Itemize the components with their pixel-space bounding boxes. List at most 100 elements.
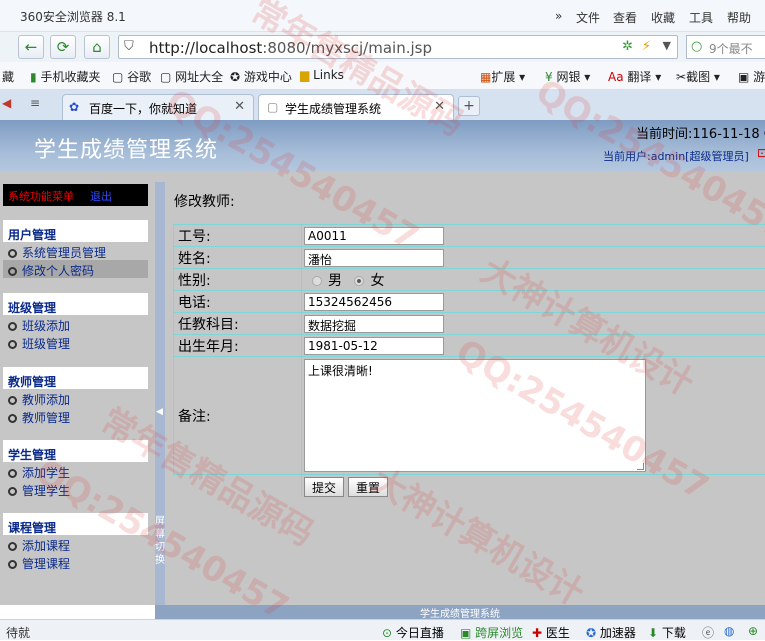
zoom-icon[interactable]: ⊕	[748, 624, 758, 638]
submit-button[interactable]: 提交	[304, 477, 344, 497]
group-title: 班级管理	[3, 293, 148, 315]
splitter-label: 屏幕切换	[155, 515, 165, 567]
tab-grade-system[interactable]: ▢ 学生成绩管理系统 ✕	[258, 94, 454, 120]
tab-label: 百度一下，你就知道	[89, 102, 197, 116]
id-field[interactable]: A0011	[304, 227, 444, 245]
tab-scroll-icon[interactable]: ◀	[2, 96, 11, 110]
subject-field[interactable]: 数据挖掘	[304, 315, 444, 333]
search-placeholder: 9个最不	[709, 40, 753, 57]
medical-icon: ✚	[532, 626, 542, 640]
group-user: 用户管理 系统管理员管理 修改个人密码	[3, 220, 148, 278]
bookmark-games[interactable]: ✪ 游戏中心	[230, 68, 292, 85]
page-icon: ▢	[112, 70, 123, 84]
current-time: 当前时间:116-11-18 C	[636, 123, 765, 142]
name-field[interactable]: 潘怡	[304, 249, 444, 267]
tab-bar: ◀ ≡ ✿ 百度一下，你就知道 ✕ ▢ 学生成绩管理系统 ✕ +	[0, 90, 765, 120]
back-icon[interactable]: ←	[18, 35, 44, 59]
status-crossscreen[interactable]: ▣ 跨屏浏览	[460, 624, 523, 641]
menu-item-course-manage[interactable]: 管理课程	[3, 553, 148, 571]
toolbar-games[interactable]: ▣ 游	[738, 68, 765, 85]
status-bar: 待就 ⊙ 今日直播 ▣ 跨屏浏览 ✚ 医生 ✪ 加速器 ⬇ 下载 ⓔ ◍ ⊕	[0, 619, 765, 640]
exit-icon[interactable]: ⊡	[757, 146, 765, 160]
label-birth: 出生年月:	[174, 335, 302, 357]
bullet-icon	[8, 322, 17, 331]
bookmark-favorites[interactable]: 藏	[2, 68, 14, 85]
label-id: 工号:	[174, 225, 302, 247]
toolbar-extensions[interactable]: ▦扩展 ▾	[480, 68, 525, 85]
scissors-icon: ✂	[676, 70, 686, 84]
ie-icon[interactable]: ⓔ	[702, 624, 714, 641]
menu-item-teacher-add[interactable]: 教师添加	[3, 389, 148, 407]
close-icon[interactable]: ✕	[234, 99, 245, 114]
bullet-icon	[8, 414, 17, 423]
tab-baidu[interactable]: ✿ 百度一下，你就知道 ✕	[62, 94, 254, 120]
toolbar-banking[interactable]: ¥ 网银 ▾	[545, 68, 590, 85]
phone-field[interactable]: 15324562456	[304, 293, 444, 311]
tab-list-icon[interactable]: ≡	[30, 96, 40, 110]
play-icon: ⊙	[382, 626, 392, 640]
group-title: 用户管理	[3, 220, 148, 242]
gender-female-label: 女	[370, 273, 384, 289]
logout-link[interactable]: 退出	[90, 190, 112, 203]
bullet-icon	[8, 267, 17, 276]
phone-icon: ▮	[30, 70, 37, 84]
reset-button[interactable]: 重置	[348, 477, 388, 497]
main-panel: 修改教师: 工号: A0011 姓名: 潘怡 性别: 男 女 电话: 15324…	[165, 172, 765, 605]
group-course: 课程管理 添加课程 管理课程	[3, 513, 148, 571]
gender-male-label: 男	[328, 273, 342, 289]
menu-view[interactable]: 查看	[613, 9, 637, 26]
home-icon[interactable]: ⌂	[84, 35, 110, 59]
menu-item-change-password[interactable]: 修改个人密码	[3, 260, 148, 278]
menu-item-teacher-manage[interactable]: 教师管理	[3, 407, 148, 425]
menu-item-course-add[interactable]: 添加课程	[3, 535, 148, 553]
menu-chevron-icon[interactable]: »	[555, 9, 562, 23]
menu-tools[interactable]: 工具	[689, 9, 713, 26]
globe-icon[interactable]: ◍	[724, 624, 734, 638]
new-tab-icon[interactable]: +	[458, 96, 480, 116]
grid-icon: ▦	[480, 70, 491, 84]
status-live[interactable]: ⊙ 今日直播	[382, 624, 444, 641]
menu-help[interactable]: 帮助	[727, 9, 751, 26]
menu-item-class-manage[interactable]: 班级管理	[3, 333, 148, 351]
bullet-icon	[8, 469, 17, 478]
menu-favorites[interactable]: 收藏	[651, 9, 675, 26]
note-textarea[interactable]: 上课很清晰!	[304, 359, 646, 472]
bookmark-mobile[interactable]: ▮ 手机收藏夹	[30, 68, 100, 85]
label-gender: 性别:	[174, 269, 302, 291]
bullet-icon	[8, 249, 17, 258]
address-bar[interactable]: ⛉ http://localhost:8080/myxscj/main.jsp …	[118, 35, 678, 59]
toolbar-translate[interactable]: Aa 翻译 ▾	[608, 68, 661, 85]
status-doctor[interactable]: ✚ 医生	[532, 624, 570, 641]
bookmark-links[interactable]: ▆ Links	[300, 68, 344, 82]
gender-female-radio[interactable]	[354, 276, 364, 286]
page-icon: ▢	[267, 100, 278, 114]
search-box[interactable]: ○ 9个最不	[686, 35, 765, 59]
menu-item-class-add[interactable]: 班级添加	[3, 315, 148, 333]
menu-item-student-add[interactable]: 添加学生	[3, 462, 148, 480]
gender-male-radio[interactable]	[312, 276, 322, 286]
birth-field[interactable]: 1981-05-12	[304, 337, 444, 355]
menu-item-student-manage[interactable]: 管理学生	[3, 480, 148, 498]
resize-grip-icon[interactable]	[637, 463, 644, 470]
lightning-icon[interactable]: ⚡	[642, 39, 651, 54]
status-download[interactable]: ⬇ 下载	[648, 624, 686, 641]
group-title: 学生管理	[3, 440, 148, 462]
sidebar-splitter[interactable]: ◀ 屏幕切换	[155, 182, 165, 605]
page-title: 修改教师:	[174, 191, 235, 211]
chevron-down-icon[interactable]: ▼	[663, 39, 671, 52]
toolbar-screenshot[interactable]: ✂截图 ▾	[676, 68, 720, 85]
close-icon[interactable]: ✕	[434, 99, 445, 114]
refresh-icon[interactable]: ⟳	[50, 35, 76, 59]
status-accelerator[interactable]: ✪ 加速器	[586, 624, 636, 641]
menu-file[interactable]: 文件	[576, 9, 600, 26]
form-row-actions: 提交重置	[174, 475, 765, 498]
gamepad-icon: ✪	[230, 70, 240, 84]
group-class: 班级管理 班级添加 班级管理	[3, 293, 148, 351]
collapse-arrow-icon[interactable]: ◀	[156, 407, 163, 417]
menu-item-admin-manage[interactable]: 系统管理员管理	[3, 242, 148, 260]
browser-title: 360安全浏览器 8.1	[20, 8, 126, 25]
app-header: 学生成绩管理系统 当前时间:116-11-18 C 当前用户:admin[超级管…	[0, 120, 765, 172]
form-row-birth: 出生年月: 1981-05-12	[174, 335, 765, 357]
bookmark-hao123[interactable]: ▢ 网址大全	[160, 68, 223, 85]
bookmark-google[interactable]: ▢ 谷歌	[112, 68, 151, 85]
